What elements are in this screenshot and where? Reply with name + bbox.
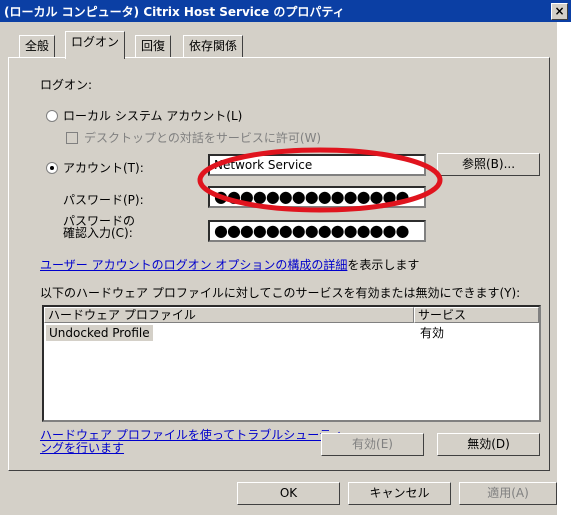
highlight-circle — [197, 147, 443, 213]
highlight-ellipse — [197, 147, 443, 213]
